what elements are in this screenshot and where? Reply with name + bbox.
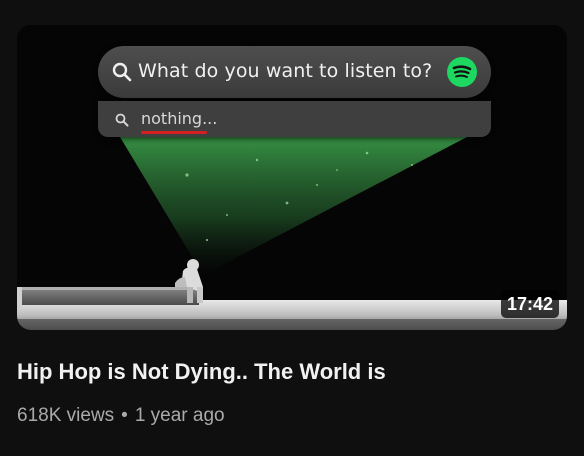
search-icon [115, 113, 129, 127]
video-card: What do you want to listen to? nothing..… [0, 0, 584, 456]
video-title[interactable]: Hip Hop is Not Dying.. The World is [17, 359, 386, 385]
spotify-search-bar: What do you want to listen to? [98, 46, 491, 98]
upload-age: 1 year ago [134, 405, 225, 426]
duration-badge: 17:42 [500, 290, 559, 318]
search-query: nothing... [141, 109, 218, 128]
search-icon [112, 62, 132, 82]
spellcheck-underline [141, 131, 207, 134]
search-prompt: What do you want to listen to? [138, 60, 433, 82]
view-count: 618K views [17, 405, 115, 426]
spotify-logo-icon [447, 57, 477, 87]
video-thumbnail[interactable]: What do you want to listen to? nothing..… [17, 25, 567, 330]
search-suggestion: nothing... [98, 101, 491, 137]
meta-separator: • [121, 405, 128, 426]
video-metadata: 618K views • 1 year ago [17, 405, 225, 427]
